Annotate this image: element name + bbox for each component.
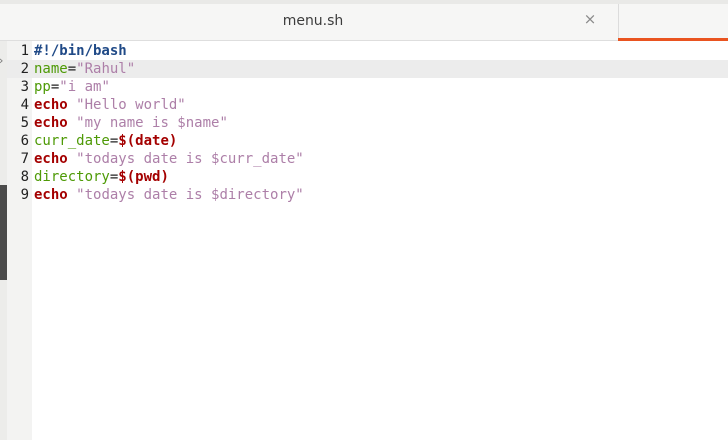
code-line[interactable]: 2 name="Rahul"	[7, 60, 728, 78]
code-line[interactable]: 9 echo "todays date is $directory"	[7, 186, 728, 204]
tab-bar: menu.sh ×	[0, 4, 728, 41]
code-token-shebang: #!/bin/bash	[34, 43, 127, 59]
tab-title: menu.sh	[282, 13, 344, 29]
code-token-var: pp	[34, 79, 51, 95]
code-token-op	[68, 115, 76, 131]
code-token-var: curr_date	[34, 133, 110, 149]
code-text: pp="i am"	[34, 78, 110, 96]
code-token-op: =	[67, 61, 77, 77]
code-text: echo "todays date is $directory"	[34, 186, 304, 204]
code-line[interactable]: 3 pp="i am"	[7, 78, 728, 96]
line-number: 1	[20, 43, 29, 59]
code-token-kw: echo	[34, 151, 68, 167]
code-line[interactable]: 6 curr_date=$(date)	[7, 132, 728, 150]
code-line[interactable]: 4 echo "Hello world"	[7, 96, 728, 114]
code-token-str: "my name is $name"	[76, 115, 228, 131]
code-token-str: "Rahul"	[76, 61, 136, 77]
code-line[interactable]: 1 #!/bin/bash	[7, 42, 728, 60]
line-number: 4	[20, 97, 29, 113]
code-token-kw: echo	[34, 97, 68, 113]
code-token-str: "todays date is $directory"	[76, 187, 304, 203]
code-token-kw: $(pwd)	[118, 169, 169, 185]
code-token-op	[68, 97, 76, 113]
code-token-str: "Hello world"	[76, 97, 186, 113]
line-number: 9	[20, 187, 29, 203]
code-text: #!/bin/bash	[34, 42, 127, 60]
code-text: directory=$(pwd)	[34, 168, 169, 186]
code-text: echo "my name is $name"	[34, 114, 228, 132]
active-tab-indicator	[618, 38, 728, 41]
chevron-right-icon[interactable]: ›	[0, 54, 3, 67]
line-number: 6	[20, 133, 29, 149]
code-text: echo "todays date is $curr_date"	[34, 150, 304, 168]
code-line[interactable]: 8 directory=$(pwd)	[7, 168, 728, 186]
code-token-kw: $(date)	[118, 133, 178, 149]
line-number: 3	[20, 79, 29, 95]
code-line[interactable]: 7 echo "todays date is $curr_date"	[7, 150, 728, 168]
code-token-str: "todays date is $curr_date"	[76, 151, 304, 167]
code-token-op	[68, 187, 76, 203]
code-line[interactable]: 5 echo "my name is $name"	[7, 114, 728, 132]
code-text: curr_date=$(date)	[34, 132, 177, 150]
side-panel-scrollbar[interactable]	[0, 185, 7, 280]
code-token-op	[68, 151, 76, 167]
code-text: echo "Hello world"	[34, 96, 186, 114]
code-token-str: "i am"	[59, 79, 110, 95]
code-token-kw: echo	[34, 187, 68, 203]
code-token-kw: echo	[34, 115, 68, 131]
code-token-var: directory	[34, 169, 110, 185]
text-editor-window: menu.sh × › 1 #!/bin/bash 2 name="Rahul" 3 pp…	[0, 0, 728, 440]
code-text: name="Rahul"	[34, 60, 135, 78]
code-token-var: name	[34, 61, 68, 77]
line-number: 2	[20, 61, 29, 77]
line-number: 8	[20, 169, 29, 185]
line-number: 7	[20, 151, 29, 167]
line-number: 5	[20, 115, 29, 131]
close-icon[interactable]: ×	[582, 11, 598, 27]
tab-menu-sh[interactable]: menu.sh ×	[8, 4, 619, 40]
